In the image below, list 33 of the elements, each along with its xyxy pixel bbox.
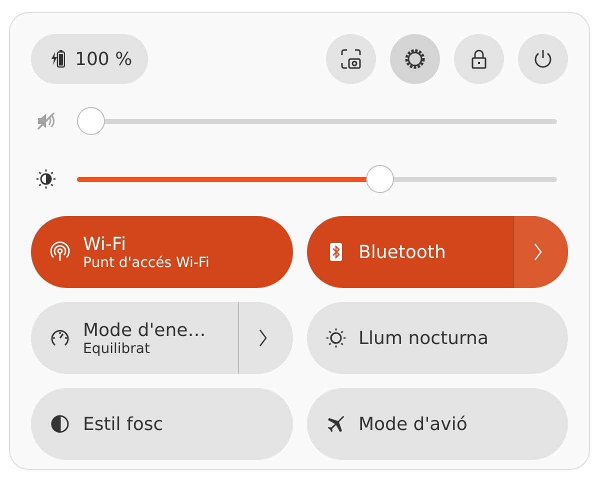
toggle-title: Bluetooth xyxy=(358,242,446,262)
toggle-title: Mode d'avió xyxy=(358,414,468,434)
toggle-button[interactable]: Mode d'avió xyxy=(306,388,568,460)
toggle-button[interactable]: Mode d'ene… Equilibrat xyxy=(31,302,292,374)
battery-indicator[interactable]: 100 % xyxy=(31,34,148,84)
settings-icon xyxy=(404,48,426,70)
screenshot-button[interactable] xyxy=(326,34,376,84)
toggle-button[interactable]: Bluetooth xyxy=(306,216,568,288)
muted-speaker-icon[interactable] xyxy=(35,110,57,132)
chevron-right-icon xyxy=(533,242,543,262)
battery-icon xyxy=(51,49,65,69)
toggle-button[interactable]: Estil fosc xyxy=(31,388,292,460)
toggle-button[interactable]: Wi-Fi Punt d'accés Wi-Fi xyxy=(31,216,292,288)
toggle-subtitle: Punt d'accés Wi-Fi xyxy=(83,254,210,270)
settings-button[interactable] xyxy=(390,34,440,84)
toggle-title: Mode d'ene… xyxy=(83,320,206,340)
toggle-title: Estil fosc xyxy=(83,414,164,434)
chevron-right-icon xyxy=(258,328,268,348)
sun-icon xyxy=(324,327,346,349)
power-icon xyxy=(532,48,554,70)
contrast-icon xyxy=(49,413,71,435)
wifi-icon xyxy=(49,241,71,263)
brightness-icon xyxy=(35,168,57,190)
submenu-button[interactable] xyxy=(513,216,568,288)
toggle-subtitle: Equilibrat xyxy=(83,340,151,356)
toggle-title: Wi-Fi xyxy=(83,234,127,254)
slider-thumb[interactable] xyxy=(366,164,394,192)
slider-thumb[interactable] xyxy=(77,106,105,134)
toggle-button[interactable]: Llum nocturna xyxy=(306,302,568,374)
screenshot-icon xyxy=(340,48,362,70)
power-button[interactable] xyxy=(518,34,568,84)
toggle-title: Llum nocturna xyxy=(358,328,488,348)
lock-button[interactable] xyxy=(454,34,504,84)
